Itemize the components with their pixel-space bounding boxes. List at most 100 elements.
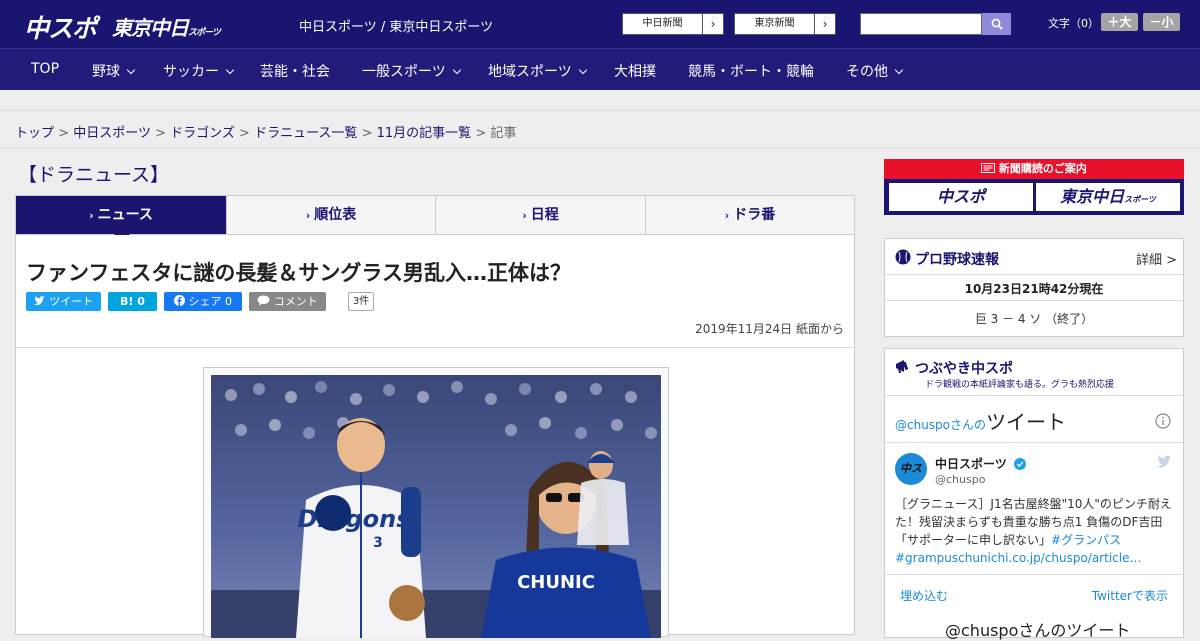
breadcrumb-dranews-list[interactable]: ドラニュース一覧 bbox=[254, 126, 357, 141]
chevron-down-icon bbox=[894, 65, 904, 75]
avatar[interactable]: 中ス bbox=[895, 453, 927, 485]
nav-label: 芸能・社会 bbox=[260, 64, 330, 80]
divider bbox=[885, 574, 1183, 575]
search-input[interactable] bbox=[860, 13, 982, 35]
tab-news[interactable]: › ニュース bbox=[15, 195, 227, 242]
photo-illustration: Dragons 3 CHUNIC bbox=[211, 375, 661, 638]
jersey-number: 3 bbox=[373, 535, 383, 551]
chevron-down-icon bbox=[225, 65, 235, 75]
tab-standings[interactable]: › 順位表 bbox=[226, 195, 436, 235]
nav-entertainment[interactable]: 芸能・社会 bbox=[260, 61, 330, 81]
article-headline: ファンフェスタに謎の長髪＆サングラス男乱入…正体は？ bbox=[26, 261, 571, 285]
divider bbox=[885, 395, 1183, 396]
baseball-detail-link[interactable]: 詳細 > bbox=[1136, 249, 1177, 268]
game-score[interactable]: 巨 3 － 4 ソ （終了） bbox=[885, 310, 1183, 327]
chevron-right-icon: › bbox=[522, 209, 527, 222]
hatena-bookmark-button[interactable]: B! 0 bbox=[108, 292, 157, 311]
breadcrumb-separator: > bbox=[361, 126, 373, 141]
section-title: 【ドラニュース】 bbox=[18, 164, 170, 186]
main-nav: TOP 野球 サッカー 芸能・社会 一般スポーツ 地域スポーツ 大相撲 競馬・ボ… bbox=[0, 48, 1200, 90]
tweet-account-name[interactable]: 中日スポーツ bbox=[935, 455, 1026, 472]
tokyo-chunichi-logo-small: スポーツ bbox=[188, 28, 221, 38]
comment-button[interactable]: コメント bbox=[249, 292, 326, 311]
tweet-hashtag[interactable]: #グランパス bbox=[1051, 533, 1121, 547]
breadcrumb-november-list[interactable]: 11月の記事一覧 bbox=[377, 126, 472, 141]
font-bigger-button[interactable]: ＋大 bbox=[1101, 13, 1138, 31]
nav-sumo[interactable]: 大相撲 bbox=[614, 61, 656, 81]
nav-label: その他 bbox=[846, 64, 888, 80]
subscription-title-text: 新聞購読のご案内 bbox=[998, 162, 1087, 175]
section-tabs: › ニュース › 順位表 › 日程 › ドラ番 bbox=[15, 195, 855, 242]
twitter-bird-icon bbox=[1157, 455, 1172, 468]
tweet-label: ツイート bbox=[49, 295, 94, 308]
nav-other[interactable]: その他 bbox=[846, 61, 904, 81]
tab-schedule[interactable]: › 日程 bbox=[435, 195, 646, 235]
tab-label: 日程 bbox=[530, 207, 559, 223]
facebook-icon bbox=[174, 295, 185, 306]
newspaper-icon bbox=[981, 163, 996, 173]
chevron-right-icon: › bbox=[305, 209, 311, 222]
baseball-icon bbox=[895, 249, 911, 265]
nav-general-sports[interactable]: 一般スポーツ bbox=[362, 61, 461, 81]
nav-label: 大相撲 bbox=[614, 64, 656, 80]
chevron-down-icon bbox=[126, 65, 136, 75]
subscribe-chuspo-button[interactable]: 中スポ bbox=[889, 183, 1033, 211]
chevron-down-icon bbox=[578, 65, 587, 75]
subscribe-chuspo-label: 中スポ bbox=[936, 187, 985, 206]
chunichi-shimbun-link[interactable]: 中日新聞 › bbox=[622, 13, 724, 35]
article-date: 2019年11月24日 紙面から bbox=[695, 322, 844, 336]
view-on-twitter-link[interactable]: Twitterで表示 bbox=[1092, 587, 1168, 604]
subscription-title: 新聞購読のご案内 bbox=[884, 159, 1184, 179]
tweet-link[interactable]: #grampuschunichi.co.jp/chuspo/article… bbox=[895, 551, 1141, 565]
nav-regional-sports[interactable]: 地域スポーツ bbox=[488, 61, 587, 81]
nav-label: 一般スポーツ bbox=[362, 64, 446, 80]
article-photo[interactable]: Dragons 3 CHUNIC bbox=[211, 375, 661, 638]
font-smaller-button[interactable]: －小 bbox=[1143, 13, 1180, 31]
nav-baseball[interactable]: 野球 bbox=[92, 61, 136, 81]
article-photo-frame: Dragons 3 CHUNIC bbox=[203, 367, 669, 638]
nav-top[interactable]: TOP bbox=[31, 61, 59, 77]
search-button[interactable] bbox=[982, 13, 1011, 35]
nav-racing[interactable]: 競馬・ボート・競輪 bbox=[688, 61, 814, 81]
chuspo-logo[interactable]: 中スポ bbox=[24, 9, 97, 45]
tokyo-shimbun-link[interactable]: 東京新聞 › bbox=[734, 13, 836, 35]
breadcrumb-separator: > bbox=[239, 126, 250, 141]
widget-handle[interactable]: @chuspoさんの bbox=[895, 418, 986, 432]
widget-title: ツイート bbox=[986, 410, 1067, 434]
nav-label: 地域スポーツ bbox=[488, 64, 572, 80]
facebook-label: シェア bbox=[188, 295, 222, 308]
tokyo-chunichi-logo[interactable]: 東京中日スポーツ bbox=[112, 12, 221, 41]
site-line: 中日スポーツ / 東京中日スポーツ bbox=[299, 20, 494, 35]
comment-count[interactable]: 3件 bbox=[348, 292, 374, 311]
subscribe-tokyo-chunichi-button[interactable]: 東京中日スポーツ bbox=[1036, 183, 1180, 211]
tweet-account-name-text: 中日スポーツ bbox=[935, 457, 1007, 471]
divider bbox=[885, 442, 1183, 443]
tweet-account-handle[interactable]: @chuspo bbox=[935, 473, 985, 486]
breadcrumb-dragons[interactable]: ドラゴンズ bbox=[170, 126, 235, 141]
breadcrumb-separator: > bbox=[58, 126, 70, 141]
megaphone-icon bbox=[896, 360, 909, 373]
chevron-right-icon: › bbox=[89, 209, 94, 222]
divider bbox=[885, 274, 1183, 275]
tab-label: ニュース bbox=[97, 207, 153, 223]
nav-label: サッカー bbox=[163, 64, 219, 80]
facebook-share-button[interactable]: シェア 0 bbox=[164, 292, 242, 311]
uniform-text: CHUNIC bbox=[517, 572, 595, 593]
tweet-text[interactable]: ［グラニュース］J1名古屋終盤"10人"のピンチ耐えた！残留決まらずも貴重な勝ち… bbox=[895, 495, 1177, 567]
hatena-count: 0 bbox=[137, 295, 145, 308]
tweets-footer-link[interactable]: @chuspoさんのツイート bbox=[945, 617, 1130, 641]
search-icon bbox=[991, 18, 1003, 30]
breadcrumb-chuspo[interactable]: 中日スポーツ bbox=[73, 126, 151, 141]
tab-reporter[interactable]: › ドラ番 bbox=[645, 195, 855, 235]
info-icon[interactable] bbox=[1155, 413, 1171, 429]
twitter-bird-icon bbox=[33, 296, 45, 306]
hatena-icon: B! bbox=[120, 295, 134, 308]
facebook-count: 0 bbox=[225, 295, 232, 308]
chevron-right-icon: › bbox=[710, 17, 716, 31]
embed-link[interactable]: 埋め込む bbox=[900, 587, 948, 604]
tweet-button[interactable]: ツイート bbox=[26, 292, 101, 311]
tab-label: ドラ番 bbox=[733, 207, 776, 223]
comment-label: コメント bbox=[273, 295, 318, 308]
nav-soccer[interactable]: サッカー bbox=[163, 61, 235, 81]
breadcrumb-top[interactable]: トップ bbox=[15, 126, 54, 141]
